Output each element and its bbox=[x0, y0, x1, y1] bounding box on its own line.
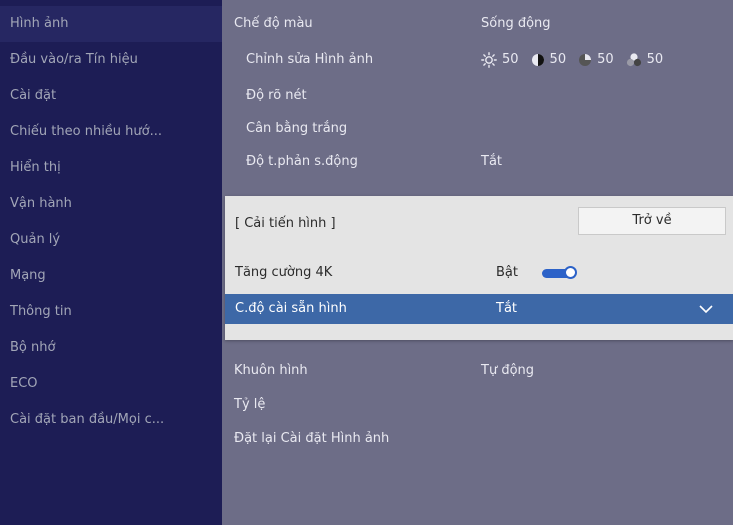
sidebar-item-image[interactable]: Hình ảnh bbox=[0, 6, 222, 42]
image-adjust-row[interactable]: Chỉnh sửa Hình ảnh 50 50 50 50 bbox=[222, 43, 733, 77]
back-button[interactable]: Trở về bbox=[578, 207, 726, 235]
dynamic-contrast-label: Độ t.phản s.động bbox=[246, 154, 358, 169]
chevron-down-icon[interactable] bbox=[698, 302, 714, 316]
sidebar-item-info[interactable]: Thông tin bbox=[0, 294, 222, 330]
color-mode-row[interactable]: Chế độ màu Sống động bbox=[222, 7, 733, 41]
dynamic-contrast-row[interactable]: Độ t.phản s.động Tắt bbox=[222, 145, 733, 179]
enhance-4k-row[interactable]: Tăng cường 4K Bật bbox=[225, 258, 733, 288]
sidebar-item-network[interactable]: Mạng bbox=[0, 258, 222, 294]
reset-image-row[interactable]: Đặt lại Cài đặt Hình ảnh bbox=[222, 422, 733, 456]
aspect-frame-label: Khuôn hình bbox=[234, 363, 308, 378]
sidebar-item-initial-settings[interactable]: Cài đặt ban đầu/Mọi c... bbox=[0, 402, 222, 438]
image-preset-mode-label: C.độ cài sẵn hình bbox=[235, 301, 347, 316]
tint-icon bbox=[626, 53, 641, 67]
white-balance-label: Cân bằng trắng bbox=[246, 121, 348, 136]
contrast-value: 50 bbox=[549, 52, 567, 67]
brightness-value: 50 bbox=[502, 52, 519, 67]
sidebar-item-management[interactable]: Quản lý bbox=[0, 222, 222, 258]
saturation-icon bbox=[579, 54, 592, 66]
image-preset-mode-row[interactable]: C.độ cài sẵn hình Tắt bbox=[225, 294, 733, 324]
sidebar-item-memory[interactable]: Bộ nhớ bbox=[0, 330, 222, 366]
enhance-4k-toggle[interactable] bbox=[542, 266, 578, 280]
dialog-title: [ Cải tiến hình ] bbox=[235, 216, 336, 231]
image-enhancement-dialog: [ Cải tiến hình ] Trở về Tăng cường 4K B… bbox=[225, 196, 733, 340]
sidebar-item-signal-io[interactable]: Đầu vào/ra Tín hiệu bbox=[0, 42, 222, 78]
sidebar-item-settings[interactable]: Cài đặt bbox=[0, 78, 222, 114]
image-adjust-values: 50 50 50 50 bbox=[481, 43, 675, 77]
aspect-frame-row[interactable]: Khuôn hình Tự động bbox=[222, 354, 733, 388]
sidebar-item-display[interactable]: Hiển thị bbox=[0, 150, 222, 186]
reset-image-label: Đặt lại Cài đặt Hình ảnh bbox=[234, 431, 390, 446]
saturation-value: 50 bbox=[597, 52, 614, 67]
dynamic-contrast-value: Tắt bbox=[481, 154, 503, 169]
tint-value: 50 bbox=[646, 52, 664, 67]
sharpness-label: Độ rõ nét bbox=[246, 88, 307, 103]
sidebar-item-multi-projection[interactable]: Chiếu theo nhiều hướ... bbox=[0, 114, 222, 150]
color-mode-value: Sống động bbox=[481, 16, 551, 31]
contrast-item: 50 bbox=[531, 43, 567, 77]
color-mode-label: Chế độ màu bbox=[234, 16, 313, 31]
aspect-row[interactable]: Tỷ lệ bbox=[222, 388, 733, 422]
sidebar: Hình ảnh Đầu vào/ra Tín hiệu Cài đặt Chi… bbox=[0, 0, 222, 525]
tint-item: 50 bbox=[626, 43, 664, 77]
sidebar-item-operation[interactable]: Vận hành bbox=[0, 186, 222, 222]
contrast-icon bbox=[531, 54, 544, 66]
enhance-4k-label: Tăng cường 4K bbox=[235, 265, 333, 280]
white-balance-row[interactable]: Cân bằng trắng bbox=[222, 112, 733, 146]
saturation-item: 50 bbox=[578, 43, 614, 77]
aspect-frame-value: Tự động bbox=[481, 363, 535, 378]
brightness-icon bbox=[481, 52, 497, 68]
sidebar-item-eco[interactable]: ECO bbox=[0, 366, 222, 402]
aspect-label: Tỷ lệ bbox=[234, 397, 266, 412]
brightness-item: 50 bbox=[481, 43, 519, 77]
enhance-4k-value: Bật bbox=[496, 265, 518, 280]
sharpness-row[interactable]: Độ rõ nét bbox=[222, 79, 733, 113]
toggle-knob bbox=[564, 266, 577, 279]
image-preset-mode-value: Tắt bbox=[496, 301, 518, 316]
image-adjust-label: Chỉnh sửa Hình ảnh bbox=[246, 52, 374, 67]
